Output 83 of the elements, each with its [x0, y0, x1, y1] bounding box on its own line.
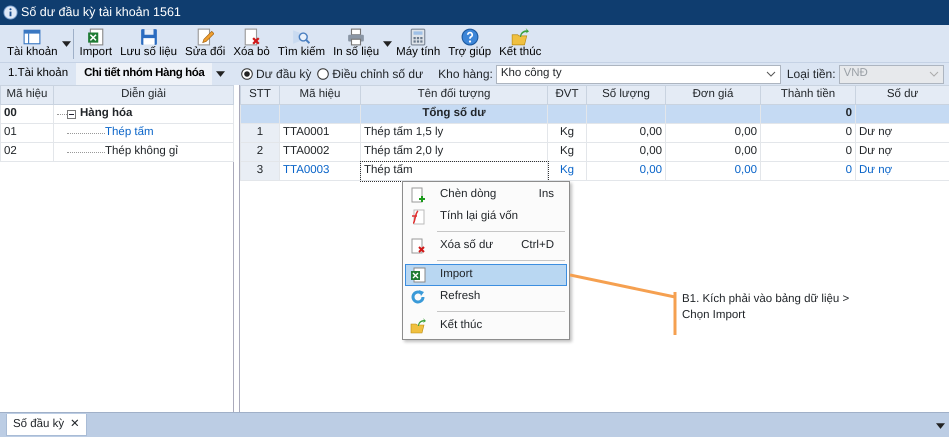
- table-cell: 00: [0, 104, 54, 124]
- dropdown-icon: [936, 423, 945, 429]
- chevron-icon: [928, 71, 939, 77]
- column-header: Mã hiệu: [0, 86, 54, 104]
- table-cell: 0: [760, 104, 856, 124]
- insert-row-icon: [410, 187, 426, 203]
- chevron-icon: [766, 71, 776, 77]
- help-icon: [460, 28, 479, 46]
- menu-item[interactable]: Refresh: [405, 286, 567, 308]
- formula-icon: [410, 209, 426, 225]
- row-number: 1: [240, 124, 280, 142]
- menu-item[interactable]: Xóa số dư Ctrl+D: [405, 235, 567, 257]
- column-header: ĐVT: [548, 86, 586, 104]
- menu-item[interactable]: Tính lại giá vốn: [405, 206, 567, 228]
- toolbar-button[interactable]: In số liệu: [329, 27, 384, 60]
- menu-item[interactable]: Kết thúc: [405, 315, 567, 337]
- field-label: Kho hàng:: [438, 66, 493, 83]
- warehouse-dropdown[interactable]: Kho công ty: [496, 64, 781, 84]
- table-cell: 0,00: [666, 124, 760, 142]
- column-header: Đơn giá: [666, 86, 760, 104]
- table-cell: TTA0003: [280, 162, 360, 180]
- table-cell: Thép tấm 2,0 ly: [360, 142, 548, 162]
- toolbar-button[interactable]: Import: [76, 27, 116, 60]
- column-header: Số dư: [856, 86, 949, 104]
- toolbar-button[interactable]: Sửa đổi: [181, 27, 230, 60]
- total-label: Tổng số dư: [360, 104, 548, 124]
- delete-icon: [410, 238, 426, 254]
- toolbar-button[interactable]: Xóa bỏ: [229, 27, 274, 60]
- printer-icon: [347, 28, 366, 46]
- table-cell: 0: [760, 162, 856, 180]
- excel-icon: [410, 267, 426, 283]
- table-cell: TTA0001: [280, 124, 360, 142]
- currency-dropdown: VNĐ: [838, 64, 944, 84]
- refresh-icon: [410, 289, 426, 305]
- table-cell: Kg: [548, 124, 586, 142]
- table-cell: 0,00: [666, 162, 760, 180]
- toolbar-button[interactable]: Kết thúc: [495, 27, 546, 60]
- info-icon: [3, 5, 18, 20]
- dropdown-icon: [216, 71, 226, 77]
- table-cell: 0,00: [666, 142, 760, 162]
- panel-tab[interactable]: Chi tiết nhóm Hàng hóa: [76, 63, 212, 85]
- table-cell: Kg: [548, 142, 586, 162]
- folder-arrow-icon: [410, 318, 426, 334]
- toolbar-button[interactable]: Máy tính: [392, 27, 444, 60]
- column-header: Diễn giải: [54, 86, 234, 104]
- column-header: Thành tiền: [760, 86, 856, 104]
- excel-icon: [86, 28, 105, 46]
- panel-tab[interactable]: 1.Tài khoản: [0, 63, 76, 85]
- table-cell: TTA0002: [280, 142, 360, 162]
- row-number: 2: [240, 142, 280, 162]
- column-header: STT: [240, 86, 280, 104]
- menu-item[interactable]: Import: [405, 264, 567, 286]
- annotation-text: B1. Kích phải vào bảng dữ liệu > Chọn Import: [682, 292, 850, 323]
- toolbar-button[interactable]: Trợ giúp: [444, 27, 496, 60]
- document-tab[interactable]: Số đầu kỳ ✕: [6, 414, 88, 436]
- save-icon: [140, 28, 158, 46]
- toolbar-button[interactable]: Tài khoản: [3, 27, 62, 60]
- column-header: Số lượng: [586, 86, 666, 104]
- delete-icon: [242, 28, 261, 46]
- table-cell: 0,00: [586, 162, 666, 180]
- toolbar-button[interactable]: Lưu số liệu: [116, 27, 182, 60]
- table-cell: 0: [760, 142, 856, 162]
- field-label: Loại tiền:: [786, 66, 836, 83]
- radio-option[interactable]: Điều chỉnh số dư: [317, 65, 424, 83]
- folder-arrow-icon: [511, 28, 530, 46]
- menu-item[interactable]: Chèn dòng Ins: [405, 184, 567, 206]
- row-number: 3: [240, 162, 280, 180]
- column-header: Tên đối tượng: [360, 86, 548, 104]
- search-icon: [292, 28, 310, 46]
- pencil-icon: [196, 28, 214, 46]
- table-cell: Thép tấm 1,5 ly: [360, 124, 548, 142]
- table-cell: 0: [760, 124, 856, 142]
- table-cell: 02: [0, 142, 54, 162]
- table-cell: 01: [0, 124, 54, 142]
- table-cell: 0,00: [586, 124, 666, 142]
- table-cell: 0,00: [586, 142, 666, 162]
- toolbar-button[interactable]: Tìm kiếm: [274, 27, 330, 60]
- close-icon[interactable]: ✕: [70, 416, 80, 434]
- window-title: Số dư đầu kỳ tài khoản 1561: [21, 4, 181, 22]
- column-header: Mã hiệu: [280, 86, 360, 104]
- calculator-icon: [409, 28, 428, 46]
- grid-icon: [23, 28, 42, 46]
- radio-option[interactable]: Dư đầu kỳ: [241, 65, 312, 83]
